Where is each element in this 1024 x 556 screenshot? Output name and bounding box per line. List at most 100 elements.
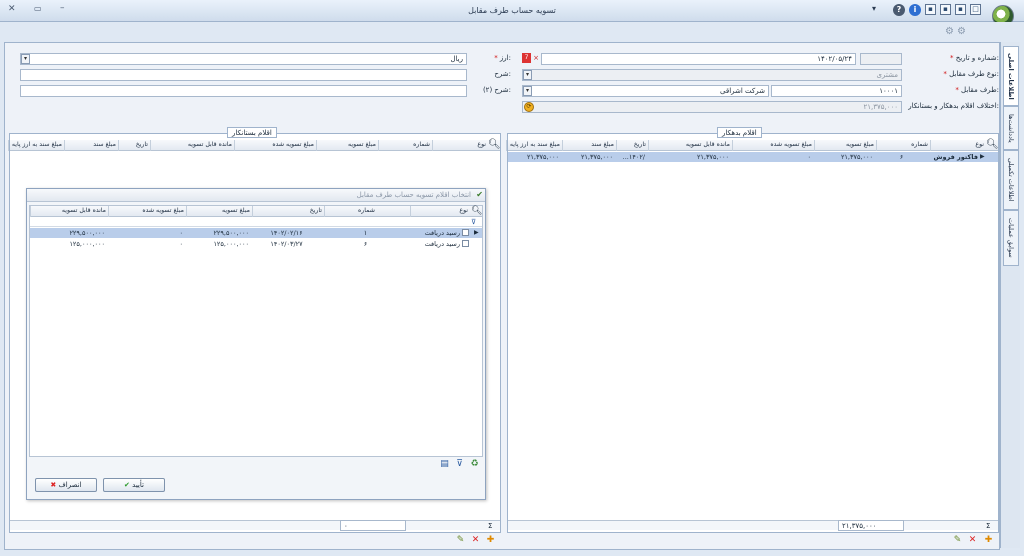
filter-row[interactable]: ⊽: [30, 217, 482, 227]
table-cell: ۲۱,۳۷۵,۰۰۰: [580, 153, 613, 161]
cancel-button[interactable]: ✖ انصراف: [35, 478, 97, 492]
dialog-grid-toolbar: ♻ ⊽ ▤: [29, 459, 483, 471]
refresh-icon[interactable]: ♻: [469, 459, 480, 470]
column-header[interactable]: شماره: [876, 140, 930, 151]
delete-icon[interactable]: ✕: [967, 535, 978, 546]
dialog-grid-header: نوع شماره تاریخ مبلغ تسویه مبلغ تسویه شده مان…: [30, 206, 482, 217]
column-header[interactable]: مبلغ تسویه: [316, 140, 378, 151]
column-header[interactable]: مبلغ سند به ارز پایه: [506, 140, 562, 151]
diff-label: اختلاف اقلام بدهکار و بستانکار:: [908, 102, 999, 110]
tab-notes[interactable]: یادداشت‌ها: [1003, 106, 1019, 150]
column-header[interactable]: مبلغ تسویه شده: [732, 140, 814, 151]
currency-select[interactable]: ریال: [20, 53, 467, 65]
search-icon[interactable]: 🔍︎: [488, 139, 501, 150]
column-header[interactable]: شماره: [378, 140, 432, 151]
table-cell: ۱۲۵,۰۰۰,۰۰۰: [69, 240, 105, 248]
close-icon[interactable]: ✕: [8, 4, 16, 14]
sum-icon: Σ: [488, 522, 493, 530]
check-icon: ✔: [124, 481, 130, 489]
search-icon[interactable]: 🔍︎: [986, 139, 999, 150]
column-header[interactable]: تاریخ: [252, 206, 324, 217]
bulk-edit-icon[interactable]: ✎: [455, 535, 466, 546]
row-checkbox[interactable]: [462, 229, 469, 236]
tab-main-info[interactable]: اطلاعات اصلی: [1003, 46, 1019, 106]
column-header[interactable]: تاریخ: [118, 140, 150, 151]
debit-grid-footer: Σ ۲۱,۳۷۵,۰۰۰: [508, 520, 998, 531]
new-document-icon[interactable]: □: [970, 4, 981, 15]
ok-button[interactable]: ✔ تأیید: [103, 478, 165, 492]
table-cell: ۲۱,۳۷۵,۰۰۰: [840, 153, 873, 161]
column-header[interactable]: مبلغ سند به ارز پایه: [8, 140, 64, 151]
tab-history[interactable]: سوابق عملیات: [1003, 210, 1019, 266]
table-cell: ۰: [179, 240, 184, 248]
column-header[interactable]: مانده قابل تسویه: [150, 140, 234, 151]
title-bar: تسویه حساب طرف مقابل ✕ ▭ – ▾ ? i ▪ ▪ ▪ □: [0, 0, 1024, 27]
save-icon[interactable]: ▪: [925, 4, 936, 15]
counterparty-code-field[interactable]: ۱۰۰۰۱: [771, 85, 902, 97]
column-header[interactable]: مبلغ سند: [64, 140, 118, 151]
credit-total: ۰: [340, 520, 406, 531]
columns-icon[interactable]: ▤: [439, 459, 450, 470]
table-cell: ۰: [807, 153, 812, 161]
table-cell: ۲۲۹,۵۰۰,۰۰۰: [213, 229, 249, 237]
table-cell: رسید دریافت: [424, 240, 460, 248]
minimize-icon[interactable]: –: [60, 3, 65, 13]
number-date-label: * شماره و تاریخ:: [950, 54, 999, 62]
filter-icon[interactable]: ⊽: [471, 217, 476, 227]
column-header[interactable]: مانده قابل تسویه: [30, 206, 108, 217]
credit-grid-footer: Σ ۰: [10, 520, 500, 531]
calendar-icon[interactable]: 7: [522, 53, 531, 63]
counterparty-label: * طرف مقابل:: [955, 86, 999, 94]
counterparty-name-field[interactable]: شرکت اشراقی: [522, 85, 769, 97]
column-header[interactable]: مبلغ تسویه: [186, 206, 252, 217]
clear-icon[interactable]: ×: [532, 53, 540, 63]
column-header[interactable]: مبلغ تسویه: [814, 140, 876, 151]
table-cell: ۲۱,۳۷۵,۰۰۰: [526, 153, 559, 161]
table-row[interactable]: رسید دریافت ۱ ۱۴۰۲/۰۲/۱۶ ۲۲۹,۵۰۰,۰۰۰ ۰ ۲۲۹,۵۰…: [30, 228, 482, 238]
table-cell: ۰: [179, 229, 184, 237]
debit-grid-header: نوع شماره مبلغ تسویه مبلغ تسویه شده مانده قا…: [506, 140, 998, 151]
number-field[interactable]: [860, 53, 902, 65]
table-cell: رسید دریافت: [424, 229, 460, 237]
help-icon[interactable]: ?: [893, 4, 905, 16]
table-row[interactable]: فاکتور فروش ۶ ۲۱,۳۷۵,۰۰۰ ۰ ۲۱,۳۷۵,۰۰۰ ...۱۴۰۲…: [508, 152, 998, 162]
debit-panel-title: اقلام بدهکار: [717, 127, 762, 138]
column-header[interactable]: مبلغ تسویه شده: [234, 140, 316, 151]
table-cell: ۱۴۰۲/۰۲/۱۶: [270, 229, 303, 237]
column-header[interactable]: مانده قابل تسویه: [648, 140, 732, 151]
save-close-icon[interactable]: ▪: [955, 4, 966, 15]
column-header[interactable]: مبلغ سند: [562, 140, 616, 151]
chevron-down-icon[interactable]: ▾: [872, 4, 876, 13]
settings-alt-icon[interactable]: ⚙: [957, 26, 966, 37]
save-as-icon[interactable]: ▪: [940, 4, 951, 15]
table-cell: ۲۱,۳۷۵,۰۰۰: [696, 153, 729, 161]
chevron-down-icon[interactable]: ▾: [523, 86, 532, 96]
add-icon[interactable]: ✚: [983, 535, 994, 546]
delete-icon[interactable]: ✕: [470, 535, 481, 546]
add-icon[interactable]: ✚: [485, 535, 496, 546]
column-header[interactable]: مبلغ تسویه شده: [108, 206, 186, 217]
settings-icon[interactable]: ⚙: [945, 26, 954, 37]
cancel-label: انصراف: [58, 481, 82, 489]
search-icon[interactable]: 🔍︎: [471, 206, 482, 216]
info-icon[interactable]: i: [909, 4, 921, 16]
desc-field[interactable]: [20, 69, 467, 81]
column-header[interactable]: تاریخ: [616, 140, 648, 151]
refresh-icon[interactable]: ⟳: [524, 102, 534, 112]
tab-label: اطلاعات اصلی: [1007, 52, 1015, 100]
bulk-edit-icon[interactable]: ✎: [952, 535, 963, 546]
chevron-down-icon[interactable]: ▾: [523, 70, 532, 80]
tab-extra-info[interactable]: اطلاعات تکمیلی: [1003, 150, 1019, 210]
filter-icon[interactable]: ⊽: [454, 459, 465, 470]
restore-icon[interactable]: ▭: [34, 4, 42, 13]
desc2-field[interactable]: [20, 85, 467, 97]
table-row[interactable]: رسید دریافت ۶ ۱۴۰۲/۰۳/۲۷ ۱۲۵,۰۰۰,۰۰۰ ۰ ۱۲۵,۰۰…: [30, 239, 482, 249]
chevron-down-icon[interactable]: ▾: [21, 54, 30, 64]
desc2-label: شرح (۲):: [482, 86, 511, 94]
debit-total: ۲۱,۳۷۵,۰۰۰: [838, 520, 904, 531]
column-header[interactable]: شماره: [324, 206, 410, 217]
counterparty-type-select[interactable]: مشتری: [522, 69, 902, 81]
counterparty-type-label: * نوع طرف مقابل:: [943, 70, 999, 78]
row-checkbox[interactable]: [462, 240, 469, 247]
date-field[interactable]: ۱۴۰۲/۰۵/۲۴: [541, 53, 856, 65]
